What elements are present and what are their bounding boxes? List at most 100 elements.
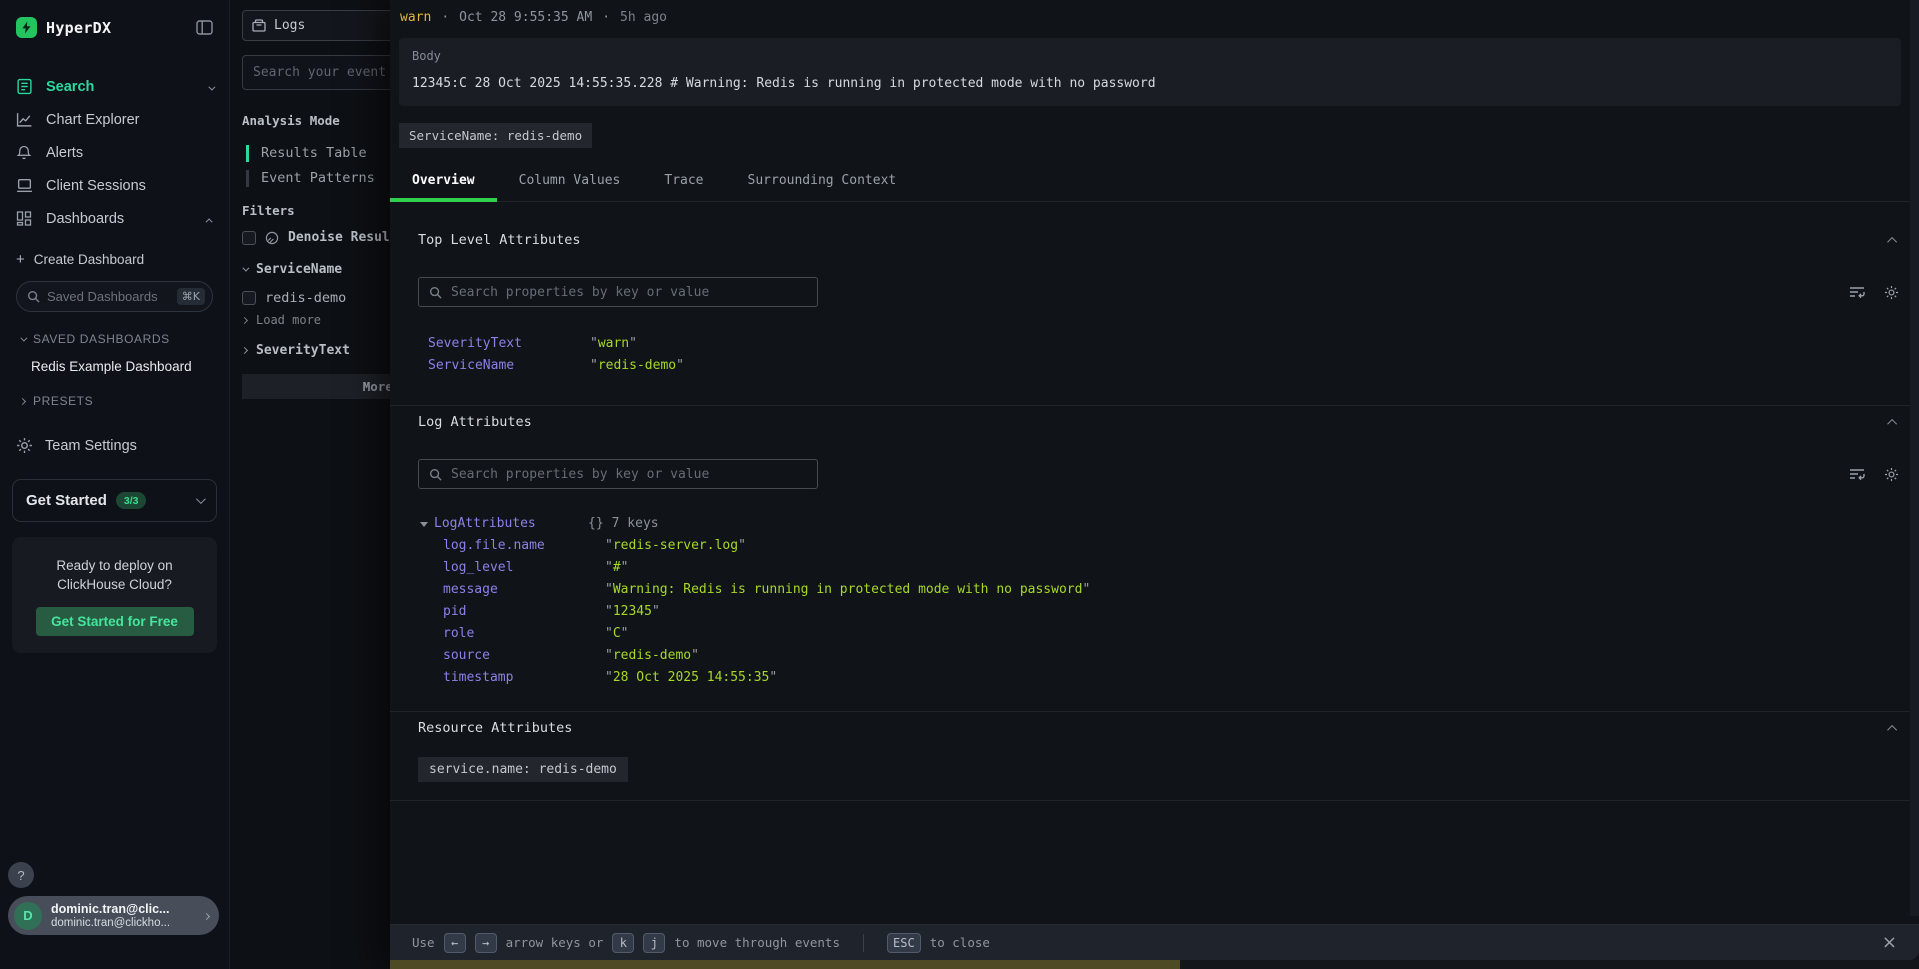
quote: " <box>605 560 613 575</box>
attribute-key[interactable]: role <box>443 623 605 645</box>
esc-key[interactable]: ESC <box>887 933 921 953</box>
service-name-tag[interactable]: ServiceName: redis-demo <box>399 123 592 148</box>
event-age: 5h ago <box>620 10 667 25</box>
event-search-box[interactable] <box>242 55 390 90</box>
scrollbar[interactable] <box>1910 0 1919 916</box>
attribute-key[interactable]: pid <box>443 601 605 623</box>
quote: " <box>605 626 613 641</box>
presets-header: PRESETS <box>33 394 93 408</box>
collapse-section-icon[interactable] <box>1890 415 1897 430</box>
gear-icon[interactable] <box>1884 285 1899 300</box>
background-page-strip <box>1180 960 1919 969</box>
collapse-section-icon[interactable] <box>1890 721 1897 736</box>
quote: " <box>652 604 660 619</box>
k-key[interactable]: k <box>612 933 634 953</box>
sidebar-item-client-sessions[interactable]: Client Sessions <box>0 169 229 202</box>
attribute-key[interactable]: SeverityText <box>428 333 590 355</box>
log-attributes-group-row[interactable]: LogAttributes {} 7 keys <box>418 513 1903 535</box>
sidebar-item-team-settings[interactable]: Team Settings <box>16 437 213 454</box>
source-select[interactable]: Logs <box>242 10 390 41</box>
attribute-value[interactable]: "28 Oct 2025 14:55:35" <box>605 667 777 689</box>
get-started-free-button[interactable]: Get Started for Free <box>36 607 194 636</box>
log-attributes-search-input[interactable] <box>451 467 807 482</box>
attribute-key[interactable]: timestamp <box>443 667 605 689</box>
event-header: warn · Oct 28 9:55:35 AM · 5h ago <box>390 0 1919 34</box>
footer-use-text: Use <box>412 935 435 950</box>
clickhouse-cloud-card: Ready to deploy on ClickHouse Cloud? Get… <box>12 537 217 653</box>
collapse-section-icon[interactable] <box>1890 233 1897 248</box>
load-more-button[interactable]: Load more <box>242 313 321 327</box>
attribute-row: message"Warning: Redis is running in pro… <box>418 579 1903 601</box>
attribute-value[interactable]: "warn" <box>590 333 637 355</box>
sidebar-item-redis-example-dashboard[interactable]: Redis Example Dashboard <box>31 359 213 374</box>
arrow-right-key[interactable]: → <box>475 933 497 953</box>
resource-attribute-tag[interactable]: service.name: redis-demo <box>418 757 628 782</box>
analysis-mode-results-table[interactable]: Results Table <box>246 141 375 166</box>
value-text: Warning: Redis is running in protected m… <box>613 582 1083 597</box>
group-key-count: 7 keys <box>612 513 659 535</box>
footer-move-text: to move through events <box>674 935 840 950</box>
avatar: D <box>14 902 42 930</box>
sidebar-item-alerts[interactable]: Alerts <box>0 136 229 169</box>
redis-demo-checkbox[interactable] <box>242 291 256 305</box>
attribute-key[interactable]: log_level <box>443 557 605 579</box>
event-search-input[interactable] <box>253 65 390 80</box>
attribute-value[interactable]: "#" <box>605 557 628 579</box>
create-dashboard-label: Create Dashboard <box>34 252 144 267</box>
chevron-right-icon <box>19 397 26 404</box>
attribute-value[interactable]: "C" <box>605 623 628 645</box>
filter-option-redis-demo[interactable]: redis-demo <box>242 290 346 306</box>
analysis-mode-label: Analysis Mode <box>242 113 340 128</box>
attribute-key[interactable]: message <box>443 579 605 601</box>
analysis-mode-event-patterns[interactable]: Event Patterns <box>246 166 375 191</box>
shortcut-badge: ⌘K <box>177 288 205 305</box>
top-level-property-search[interactable] <box>418 277 818 307</box>
quote: " <box>769 670 777 685</box>
top-level-search-row <box>418 277 1903 307</box>
line-wrap-icon[interactable] <box>1849 467 1865 482</box>
tab-overview[interactable]: Overview <box>390 163 497 201</box>
drawer-footer: Use ← → arrow keys or k j to move throug… <box>390 924 1919 960</box>
servicename-group-toggle[interactable]: ServiceName <box>242 262 342 277</box>
tab-surrounding-context[interactable]: Surrounding Context <box>726 163 919 201</box>
gear-icon[interactable] <box>1884 467 1899 482</box>
attribute-key[interactable]: ServiceName <box>428 355 590 377</box>
denoise-results-row[interactable]: Denoise Resul <box>242 230 390 245</box>
sidebar-item-label: Search <box>46 79 94 95</box>
saved-dashboards-section-toggle[interactable]: SAVED DASHBOARDS <box>20 332 213 346</box>
severitytext-group-toggle[interactable]: SeverityText <box>242 343 350 358</box>
tab-trace[interactable]: Trace <box>642 163 725 201</box>
more-filters-button[interactable]: More filte <box>242 374 390 399</box>
saved-dashboards-input[interactable] <box>47 289 157 304</box>
saved-dashboards-search[interactable]: ⌘K <box>16 281 213 312</box>
arrow-left-key[interactable]: ← <box>444 933 466 953</box>
get-started-toggle[interactable]: Get Started 3/3 <box>12 479 217 522</box>
line-wrap-icon[interactable] <box>1849 285 1865 300</box>
attribute-value[interactable]: "12345" <box>605 601 660 623</box>
attribute-value[interactable]: "redis-server.log" <box>605 535 746 557</box>
caret-down-icon <box>420 522 428 527</box>
logs-source-icon <box>252 19 266 32</box>
group-key[interactable]: LogAttributes <box>434 513 588 535</box>
log-attributes-property-search[interactable] <box>418 459 818 489</box>
collapse-sidebar-icon[interactable] <box>196 20 213 35</box>
tab-column-values[interactable]: Column Values <box>497 163 643 201</box>
sidebar-item-search[interactable]: Search <box>0 70 229 103</box>
j-key[interactable]: j <box>643 933 665 953</box>
attribute-key[interactable]: log.file.name <box>443 535 605 557</box>
top-level-search-input[interactable] <box>451 285 807 300</box>
user-menu[interactable]: D dominic.tran@clic... dominic.tran@clic… <box>8 896 219 935</box>
close-icon[interactable]: × <box>1882 932 1897 953</box>
footer-divider <box>863 934 864 952</box>
section-divider <box>390 711 1919 712</box>
sidebar-item-chart-explorer[interactable]: Chart Explorer <box>0 103 229 136</box>
attribute-value[interactable]: "redis-demo" <box>605 645 699 667</box>
denoise-checkbox[interactable] <box>242 231 256 245</box>
help-button[interactable]: ? <box>8 862 34 888</box>
attribute-value[interactable]: "redis-demo" <box>590 355 684 377</box>
attribute-key[interactable]: source <box>443 645 605 667</box>
presets-section-toggle[interactable]: PRESETS <box>20 394 213 408</box>
sidebar-item-dashboards[interactable]: Dashboards <box>0 202 229 235</box>
attribute-value[interactable]: "Warning: Redis is running in protected … <box>605 579 1090 601</box>
create-dashboard-button[interactable]: + Create Dashboard <box>16 251 213 268</box>
